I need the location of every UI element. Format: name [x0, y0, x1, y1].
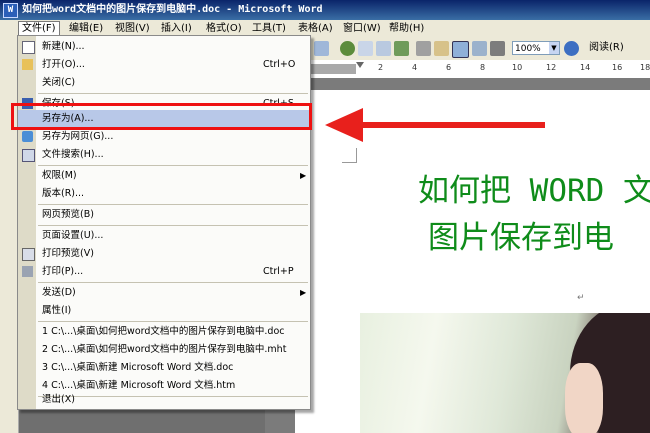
ruler-label: 6: [446, 63, 452, 72]
menu-tools[interactable]: 工具(T): [249, 22, 289, 36]
chevron-down-icon[interactable]: ▼: [549, 42, 559, 54]
menu-item-permission[interactable]: 权限(M) ▶: [18, 167, 310, 185]
zoom-value: 100%: [515, 44, 541, 54]
paragraph-mark-icon[interactable]: [490, 41, 505, 56]
ruler-margin: [304, 64, 356, 74]
annotation-arrow-icon: [325, 108, 363, 142]
standard-toolbar: 100% ▼ 阅读(R): [304, 38, 650, 61]
ruler-label: 18: [640, 63, 650, 72]
menu-window[interactable]: 窗口(W): [340, 22, 384, 36]
document-photo[interactable]: [360, 313, 650, 433]
submenu-arrow-icon: ▶: [300, 171, 307, 180]
margin-corner-mark: [342, 148, 357, 163]
file-search-icon: [22, 149, 35, 162]
menu-insert[interactable]: 插入(I): [158, 22, 195, 36]
printer-icon: [22, 266, 33, 277]
menu-item-save-as-web[interactable]: 另存为网页(G)...: [18, 128, 310, 146]
insert-excel-icon[interactable]: [394, 41, 409, 56]
doc-heading-line-1: 如何把 WORD 文: [418, 173, 650, 209]
photo-face: [565, 363, 603, 433]
tables-borders-icon[interactable]: [358, 41, 373, 56]
menu-format[interactable]: 格式(O): [203, 22, 245, 36]
menu-item-open[interactable]: 打开(O)... Ctrl+O: [18, 56, 310, 74]
ruler-label: 16: [612, 63, 623, 72]
redo-icon[interactable]: [314, 41, 329, 56]
menu-item-recent-file[interactable]: 3 C:\...\桌面\新建 Microsoft Word 文档.doc: [18, 359, 310, 377]
menu-separator: [38, 93, 308, 94]
ruler-label: 12: [546, 63, 557, 72]
highlight-box: [11, 103, 312, 130]
window-title: 如何把word文档中的图片保存到电脑中.doc - Microsoft Word: [22, 4, 323, 15]
file-menu: 新建(N)... 打开(O)... Ctrl+O 关闭(C) 保存(S) Ctr…: [17, 35, 311, 410]
menu-view[interactable]: 视图(V): [112, 22, 153, 36]
menu-separator: [38, 282, 308, 283]
horizontal-ruler: 2 4 6 8 10 12 14 16 18: [304, 60, 650, 79]
ruler-label: 10: [512, 63, 523, 72]
drawing-icon[interactable]: [434, 41, 449, 56]
menu-item-print-preview[interactable]: 打印预览(V): [18, 245, 310, 263]
submenu-arrow-icon: ▶: [300, 288, 307, 297]
word-app-icon[interactable]: W: [3, 3, 18, 18]
menu-help[interactable]: 帮助(H): [386, 22, 427, 36]
read-mode-button[interactable]: 阅读(R): [589, 41, 624, 55]
menu-item-exit[interactable]: 退出(X): [18, 391, 310, 409]
menu-separator: [38, 204, 308, 205]
document-map-icon[interactable]: [452, 41, 469, 58]
hyperlink-icon[interactable]: [340, 41, 355, 56]
open-folder-icon: [22, 59, 33, 70]
menu-item-recent-file[interactable]: 2 C:\...\桌面\如何把word文档中的图片保存到电脑中.mht: [18, 341, 310, 359]
help-icon[interactable]: [564, 41, 579, 56]
menu-item-close[interactable]: 关闭(C): [18, 74, 310, 92]
menu-edit[interactable]: 编辑(E): [66, 22, 106, 36]
columns-icon[interactable]: [416, 41, 431, 56]
show-hide-icon[interactable]: [472, 41, 487, 56]
new-doc-icon: [22, 41, 35, 54]
zoom-select[interactable]: 100% ▼: [512, 41, 560, 55]
ruler-label: 14: [580, 63, 591, 72]
annotation-arrow-shaft: [355, 122, 545, 128]
menu-item-print[interactable]: 打印(P)... Ctrl+P: [18, 263, 310, 281]
menu-item-recent-file[interactable]: 1 C:\...\桌面\如何把word文档中的图片保存到电脑中.doc: [18, 323, 310, 341]
ruler-label: 2: [378, 63, 384, 72]
menu-item-new[interactable]: 新建(N)...: [18, 38, 310, 56]
paragraph-mark: ↵: [577, 293, 585, 303]
menu-item-file-search[interactable]: 文件搜索(H)...: [18, 146, 310, 164]
menu-item-properties[interactable]: 属性(I): [18, 302, 310, 320]
menu-item-send-to[interactable]: 发送(D) ▶: [18, 284, 310, 302]
print-preview-icon: [22, 248, 35, 261]
doc-heading-line-2: 图片保存到电: [428, 220, 614, 256]
menu-separator: [38, 321, 308, 322]
menu-separator: [38, 165, 308, 166]
insert-table-icon[interactable]: [376, 41, 391, 56]
ruler-label: 4: [412, 63, 418, 72]
menu-item-web-preview[interactable]: 网页预览(B): [18, 206, 310, 224]
ruler-label: 8: [480, 63, 486, 72]
menu-separator: [38, 225, 308, 226]
menu-item-versions[interactable]: 版本(R)...: [18, 185, 310, 203]
web-page-icon: [22, 131, 33, 142]
menu-table[interactable]: 表格(A): [295, 22, 336, 36]
title-bar: W 如何把word文档中的图片保存到电脑中.doc - Microsoft Wo…: [0, 0, 650, 20]
indent-marker[interactable]: [356, 62, 364, 68]
menu-item-page-setup[interactable]: 页面设置(U)...: [18, 227, 310, 245]
